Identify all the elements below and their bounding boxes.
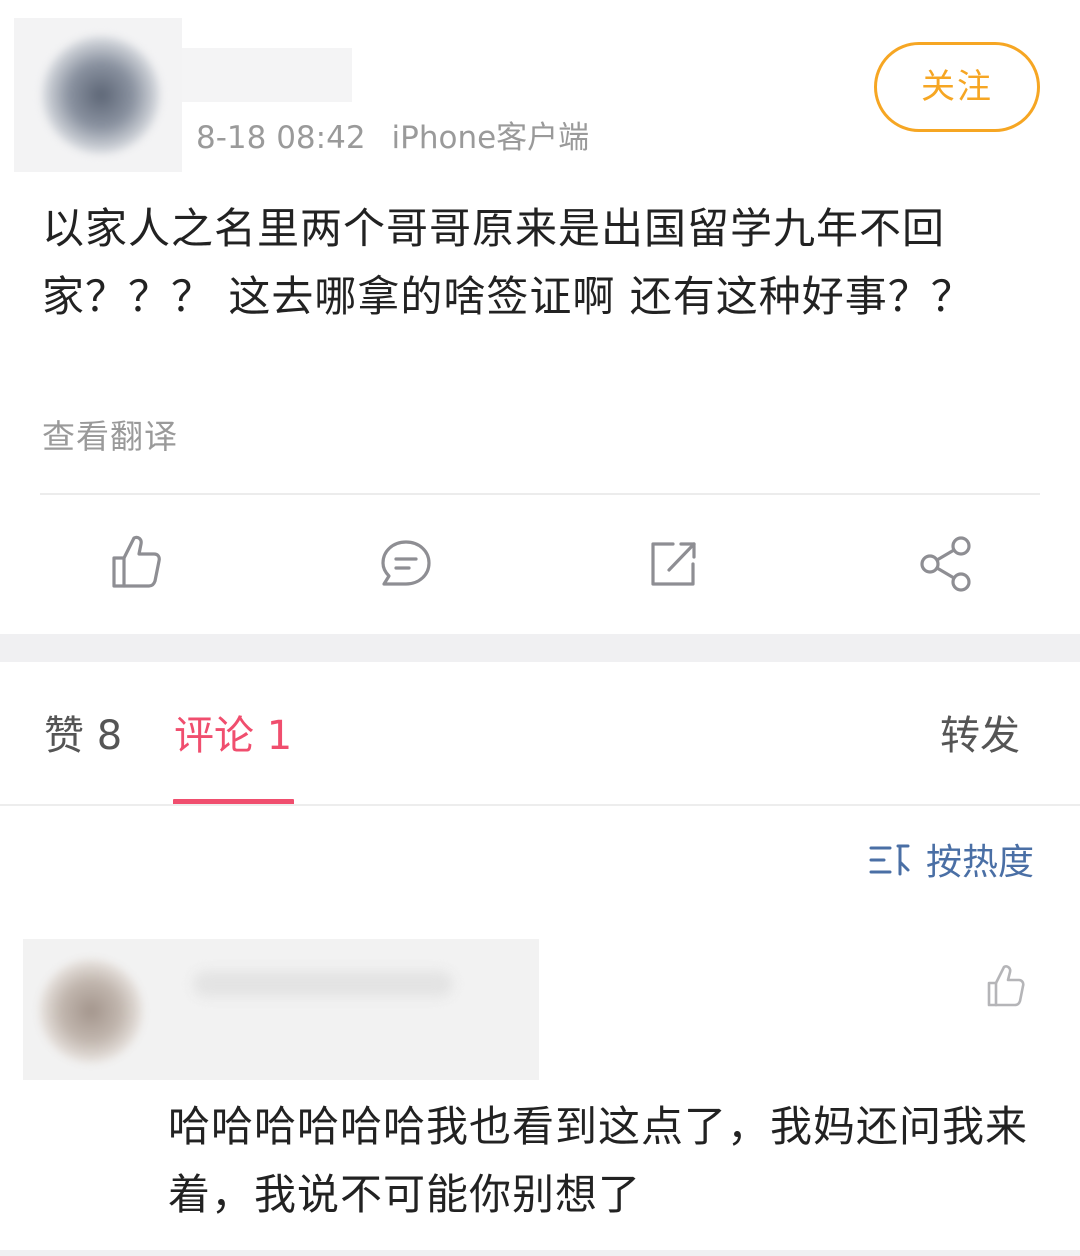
share-icon[interactable] (915, 530, 975, 594)
bottom-separator (0, 1250, 1080, 1256)
post-timestamp: 8-18 08:42 (196, 120, 366, 156)
tab-divider (0, 804, 1080, 806)
author-name-blurred[interactable] (182, 48, 352, 102)
thumbs-up-icon[interactable] (106, 530, 166, 594)
tab-likes[interactable]: 赞 8 (44, 708, 122, 764)
sort-icon (868, 840, 912, 880)
post-text: 以家人之名里两个哥哥原来是出国留学九年不回家？？？ 这去哪拿的啥签证啊 还有这种… (42, 204, 974, 321)
divider (40, 493, 1040, 495)
repost-icon[interactable] (643, 530, 703, 594)
follow-button[interactable]: 关注 (874, 42, 1040, 132)
author-avatar[interactable] (14, 18, 182, 172)
avatar-image-blurred (42, 36, 160, 154)
commenter-avatar[interactable] (39, 959, 143, 1063)
commenter-header-blurred[interactable] (23, 939, 539, 1080)
comment-like-icon[interactable] (984, 962, 1028, 1010)
sort-by-hot-button[interactable]: 按热度 (868, 838, 1034, 888)
view-translation-link[interactable]: 查看翻译 (42, 414, 178, 460)
sort-label: 按热度 (926, 842, 1035, 883)
post-meta: 8-18 08:42 iPhone客户端 (196, 116, 589, 160)
comment-text: 哈哈哈哈哈哈我也看到这点了，我妈还问我来着，我说不可能你别想了 (168, 1102, 1029, 1219)
comment-bubble-icon[interactable] (376, 530, 436, 594)
tab-reposts[interactable]: 转发 (940, 708, 1020, 764)
tab-comments[interactable]: 评论 1 (174, 708, 292, 764)
post-source: iPhone客户端 (391, 120, 590, 156)
section-separator (0, 634, 1080, 662)
commenter-name-blurred (193, 971, 453, 997)
